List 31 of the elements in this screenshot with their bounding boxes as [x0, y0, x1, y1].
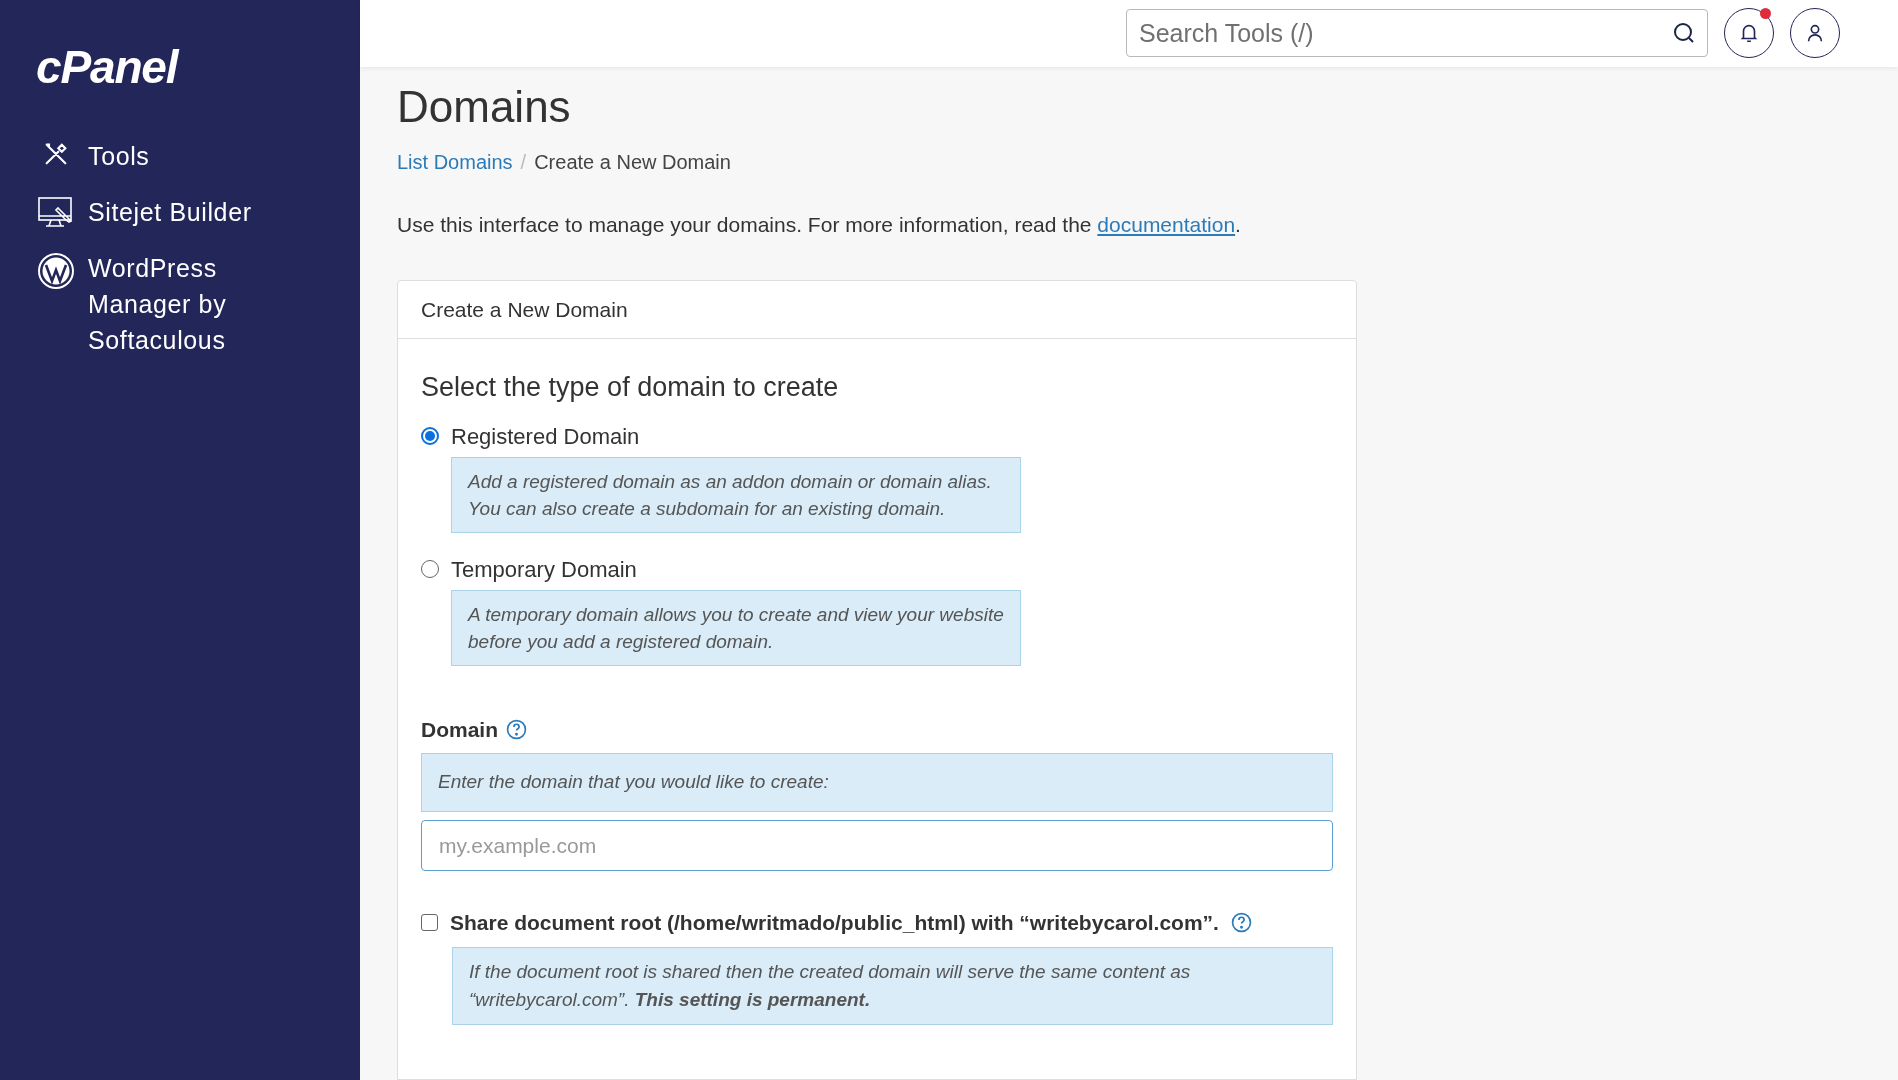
help-icon[interactable]	[1230, 912, 1252, 934]
breadcrumb-separator: /	[520, 149, 527, 175]
sidebar-item[interactable]: Sitejet Builder	[36, 194, 324, 230]
intro-text: Use this interface to manage your domains. For more information, read the documentation.	[397, 211, 1242, 238]
breadcrumb-link[interactable]: List Domains	[397, 146, 513, 177]
documentation-link[interactable]: documentation	[1097, 212, 1236, 236]
help-icon[interactable]	[506, 718, 527, 740]
section-heading: Select the type of domain to create	[421, 371, 840, 404]
help-text: A temporary domain allows you to create and view your website before you add a registered domain.	[451, 589, 1021, 666]
domain-hint: Enter the domain that you would like to create:	[421, 753, 1333, 812]
domain-input[interactable]: my.example.com	[421, 820, 1333, 871]
monitor-pencil-icon	[38, 196, 74, 230]
card-title: Create a New Domain	[398, 281, 1356, 339]
help-text: If the document root is shared then the created domain will serve the same content as “writebycarol.com”. This setting is permanent.	[452, 946, 1333, 1025]
help-text: Add a registered domain as an addon domain or domain alias. You can also create a subdomain for an existing domain.	[451, 456, 1021, 533]
radio-button[interactable]	[421, 427, 439, 445]
user-button[interactable]	[1790, 8, 1840, 59]
radio-option[interactable]: Temporary Domain	[421, 552, 1333, 586]
cpanel-logo[interactable]: cPanel	[36, 44, 324, 90]
domain-label: Domain	[421, 716, 498, 743]
sidebar-item[interactable]: Tools	[36, 138, 324, 174]
bell-icon	[1738, 22, 1760, 45]
checkbox[interactable]	[421, 914, 438, 932]
page-title: Domains	[397, 80, 572, 133]
radio-option[interactable]: Registered Domain	[421, 419, 1333, 453]
search-field[interactable]: Search Tools (/)	[1126, 9, 1708, 58]
breadcrumb-current: Create a New Domain	[534, 149, 731, 175]
wordpress-icon	[37, 252, 75, 290]
notifications-button[interactable]	[1724, 8, 1774, 59]
sidebar-item[interactable]: WordPress Manager by Softaculous	[36, 250, 324, 358]
share-label: Share document root (/home/writmado/public_html) with “writebycarol.com”.	[450, 910, 1219, 936]
